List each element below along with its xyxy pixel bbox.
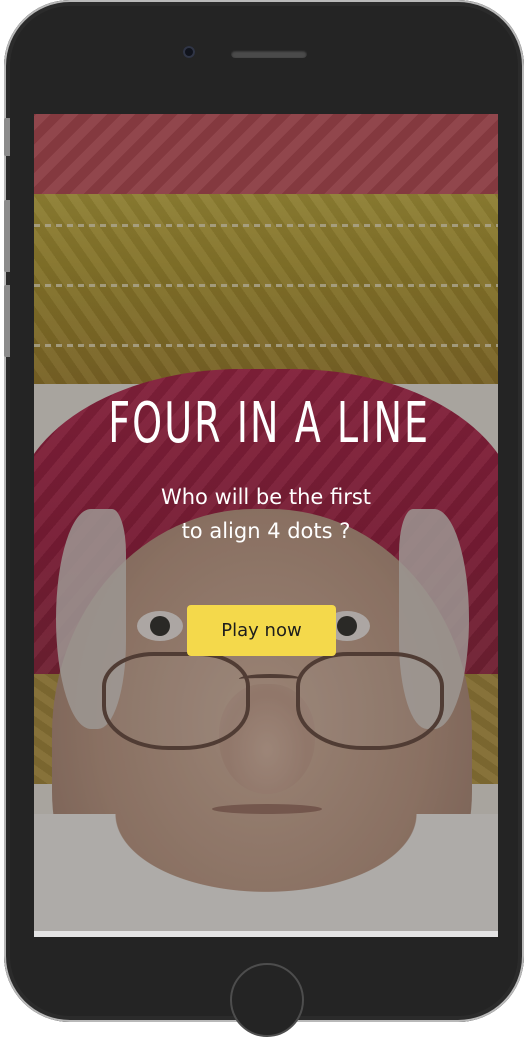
volume-down-button (4, 285, 10, 357)
play-now-button[interactable]: Play now (187, 605, 336, 656)
mute-switch (4, 118, 10, 156)
bottom-bar (34, 931, 498, 937)
tagline-line-2: to align 4 dots ? (181, 519, 351, 543)
front-camera-icon (183, 46, 195, 58)
speaker-grille (231, 50, 307, 58)
volume-up-button (4, 200, 10, 272)
tagline-line-1: Who will be the first (160, 485, 372, 509)
phone-frame: FOUR IN A LINE Who will be the first to … (4, 0, 524, 1037)
game-tagline: Who will be the first to align 4 dots ? (34, 480, 498, 548)
screen: FOUR IN A LINE Who will be the first to … (34, 114, 498, 937)
game-title: FOUR IN A LINE (108, 391, 431, 456)
home-button[interactable] (230, 963, 304, 1037)
